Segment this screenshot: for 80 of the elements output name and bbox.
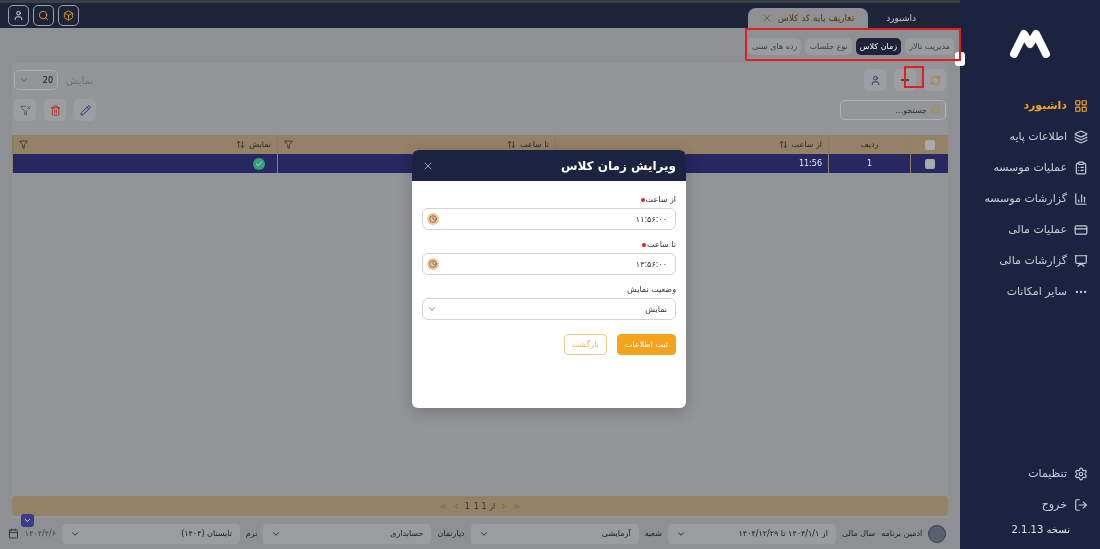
sidebar-item[interactable]: گزارشات موسسه [960,183,1100,214]
expand-button[interactable] [21,514,34,527]
chevron-down-icon [23,516,32,525]
pencil-icon [79,104,91,116]
date-text: ۱۴۰۴/۴/۶ [24,529,57,538]
calendar-icon [8,528,19,539]
filter-select[interactable]: تابستان (۱۴۰۴) [62,523,240,544]
select-all-checkbox[interactable] [924,139,935,150]
sub-tab[interactable]: نوع جلسات [805,38,852,55]
sidebar-item[interactable]: اطلاعات پایه [960,121,1100,152]
search-icon [931,105,941,115]
trash-icon [49,104,61,116]
sidebar-item[interactable]: عملیات موسسه [960,152,1100,183]
settings-icon [1074,466,1088,481]
page-size-select[interactable]: 20 [14,70,58,90]
search-icon [38,10,49,21]
filter-icon[interactable] [284,140,293,149]
field-label: وضعیت نمایش [625,285,676,294]
menu-item-icon [1074,222,1088,237]
menu-item-icon [1074,129,1088,144]
user-button[interactable] [8,5,29,26]
box-button[interactable] [58,5,79,26]
filter-label: سال مالی [841,529,876,538]
filter-label: شعبه [644,529,662,538]
delete-button[interactable] [44,99,66,121]
page-count-text: 1 از 1 [473,501,496,511]
sub-tab[interactable]: رده های سنی [748,38,802,55]
user-icon [869,74,881,86]
page-tab[interactable]: داشبورد [872,8,930,28]
clear-filter-button[interactable] [14,99,36,121]
filter-label: ترم [245,529,258,538]
collapse-handle[interactable] [955,52,965,66]
time-field[interactable]: ۱۱:۵۶:۰۰ [422,208,676,230]
box-icon [63,10,74,21]
page-number: 1 [464,501,470,511]
menu-item-icon [1074,253,1088,268]
version-text: نسخه 2.1.13 [1010,523,1071,537]
filter-select[interactable]: از ۱۴۰۴/۱/۱ تا ۱۴۰۴/۱۲/۲۹ [667,523,836,544]
page-tab[interactable]: تعاریف پایه کد کلاس [747,8,869,28]
sub-tab[interactable]: زمان کلاس [855,38,902,55]
sidebar-item[interactable]: تنظیمات [960,458,1100,489]
select-field[interactable]: نمایش [422,298,676,320]
sidebar-item[interactable]: سایر امکانات [960,276,1100,307]
sidebar-item[interactable]: خروج [960,489,1100,520]
sidebar-item[interactable]: گزارشات مالی [960,245,1100,276]
sort-icon[interactable] [507,140,516,149]
sort-icon[interactable] [778,140,788,149]
logout-icon [1074,497,1088,512]
field-label: از ساعت [422,195,676,204]
user-icon [13,10,24,21]
menu-item-icon [1074,191,1088,206]
sidebar-item[interactable]: داشبورد [960,90,1100,121]
menu-item-icon [1074,160,1088,175]
filter-icon[interactable] [19,140,28,149]
dialog-title: ویرایش زمان کلاس [560,158,676,173]
sort-icon[interactable] [236,140,246,149]
search-button[interactable] [33,5,54,26]
sidebar-item[interactable]: عملیات مالی [960,214,1100,245]
chevron-down-icon [19,75,29,85]
menu-item-icon [1074,98,1088,113]
filter-label: دپارتمان [437,529,465,538]
filter-off-icon [19,104,31,116]
field-label: تا ساعت [422,240,676,249]
filter-select[interactable]: حسابداری [263,523,432,544]
avatar[interactable] [928,524,946,543]
user-name: ادمین برنامه [881,529,923,538]
clock-icon[interactable] [427,213,439,225]
filter-select[interactable]: آزمایشی [470,523,639,544]
clock-icon[interactable] [427,258,439,270]
time-field[interactable]: ۱۳:۵۶:۰۰ [422,253,676,275]
refresh-icon [929,74,941,86]
search-field[interactable]: جستجو... [840,100,946,120]
chevron-down-icon [427,304,437,314]
user-button[interactable] [864,69,886,91]
row-checkbox[interactable] [924,158,935,169]
edit-button[interactable] [74,99,96,121]
sub-tab[interactable]: مدیریت تالار [905,38,954,55]
table-cell: 1 [828,154,910,173]
logo-icon [1008,28,1052,58]
highlight-frame [904,66,924,88]
